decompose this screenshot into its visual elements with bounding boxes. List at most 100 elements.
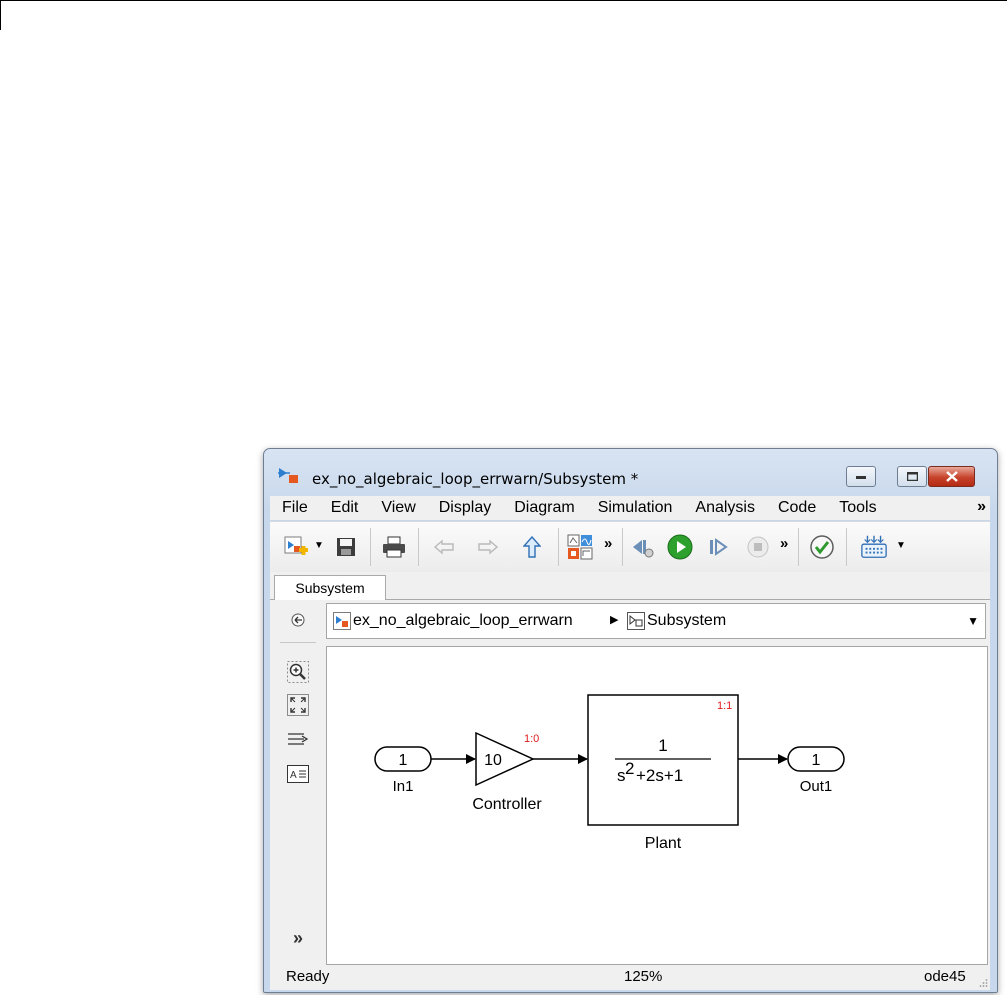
menu-code[interactable]: Code (766, 499, 827, 517)
step-back-button[interactable] (628, 533, 656, 561)
save-button[interactable] (332, 533, 360, 561)
diagram-canvas[interactable]: 1 In1 10 1:0 Controller 1 s 2 +2s+1 1:1 … (326, 646, 988, 965)
menu-analysis[interactable]: Analysis (683, 499, 766, 517)
status-solver[interactable]: ode45 (924, 968, 966, 985)
build-icon (861, 535, 887, 558)
subsystem-icon (627, 612, 645, 630)
toolbar-overflow-button[interactable]: » (604, 535, 612, 552)
library-browser-icon (567, 534, 593, 560)
inport-block[interactable]: 1 (374, 746, 432, 772)
zoom-button[interactable] (286, 660, 310, 684)
new-model-icon (284, 536, 308, 555)
circle-left-arrow-icon (291, 613, 305, 627)
tab-strip: Subsystem (270, 572, 990, 600)
new-model-button[interactable] (282, 533, 310, 561)
stop-button[interactable] (744, 533, 772, 561)
back-arrow-icon (434, 539, 454, 555)
annotation-button[interactable]: A (286, 762, 310, 786)
page-top-rule (0, 0, 1007, 1)
outport-block[interactable]: 1 (787, 746, 845, 772)
model-icon (333, 612, 351, 630)
minimize-icon (856, 475, 866, 479)
stop-icon (747, 536, 769, 558)
outport-label: Out1 (800, 778, 833, 795)
menu-diagram[interactable]: Diagram (502, 499, 585, 517)
simulink-window: ex_no_algebraic_loop_errwarn/Subsystem *… (263, 448, 998, 993)
menu-tools[interactable]: Tools (827, 499, 887, 517)
outport-number: 1 (812, 752, 821, 769)
menu-view[interactable]: View (369, 499, 426, 517)
block-diagram: 1 In1 10 1:0 Controller 1 s 2 +2s+1 1:1 … (374, 694, 845, 852)
forward-button[interactable] (474, 533, 502, 561)
explorer-bar: ex_no_algebraic_loop_errwarn ▶ Subsystem… (326, 603, 986, 639)
menu-edit[interactable]: Edit (319, 499, 370, 517)
route-lines-button[interactable] (286, 727, 310, 751)
minimize-button[interactable] (846, 466, 876, 487)
step-forward-button[interactable] (704, 533, 732, 561)
new-model-dropdown[interactable]: ▼ (314, 540, 324, 551)
library-browser-button[interactable] (566, 533, 594, 561)
menu-overflow-button[interactable]: » (977, 498, 986, 516)
palette-expand-button[interactable]: » (286, 926, 310, 950)
forward-arrow-icon (478, 539, 498, 555)
hide-explorer-button[interactable] (286, 608, 310, 632)
menu-display[interactable]: Display (427, 499, 502, 517)
close-icon (945, 471, 958, 482)
save-icon (337, 538, 355, 556)
print-button[interactable] (380, 533, 408, 561)
play-icon (667, 534, 693, 560)
status-state: Ready (286, 968, 330, 985)
simulink-model-icon (278, 468, 298, 483)
toolbar-separator (370, 528, 371, 566)
up-to-parent-button[interactable] (518, 533, 546, 561)
zoom-in-icon (287, 661, 309, 683)
menu-simulation[interactable]: Simulation (586, 499, 684, 517)
build-dropdown[interactable]: ▼ (896, 540, 906, 551)
run-button[interactable] (666, 533, 694, 561)
transfer-function-label: Plant (645, 835, 682, 852)
svg-text:A: A (290, 770, 297, 781)
menu-file[interactable]: File (270, 499, 319, 517)
toolbar-separator (846, 528, 847, 566)
transfer-function-block[interactable]: 1 s 2 +2s+1 (587, 694, 739, 826)
toolbar: ▼ » » ▼ (270, 521, 990, 573)
build-button[interactable] (860, 533, 888, 561)
breadcrumb-dropdown[interactable]: ▼ (967, 614, 979, 628)
resize-grip-icon[interactable] (978, 978, 988, 988)
back-button[interactable] (430, 533, 458, 561)
status-bar: Ready 125% ode45 (270, 965, 990, 990)
toolbar-separator (798, 528, 799, 566)
print-icon (383, 536, 405, 558)
tab-subsystem[interactable]: Subsystem (274, 575, 386, 600)
gain-label: Controller (472, 796, 542, 813)
transfer-function-annotation: 1:1 (717, 700, 732, 712)
breadcrumb-separator[interactable]: ▶ (610, 613, 618, 626)
model-advisor-button[interactable] (808, 533, 836, 561)
checkmark-icon (810, 535, 834, 559)
route-lines-icon (288, 733, 309, 745)
gain-annotation: 1:0 (524, 733, 539, 745)
step-forward-icon (710, 538, 728, 556)
window-title: ex_no_algebraic_loop_errwarn/Subsystem * (312, 470, 639, 488)
title-bar[interactable]: ex_no_algebraic_loop_errwarn/Subsystem * (264, 449, 997, 494)
toolbar-separator (418, 528, 419, 566)
editor-area: A » ex_no_algebraic_loop_errwarn ▶ Subsy… (270, 600, 990, 965)
inport-label: In1 (393, 778, 414, 795)
close-button[interactable] (928, 466, 975, 487)
breadcrumb-current[interactable]: Subsystem (647, 612, 726, 630)
status-zoom: 125% (624, 968, 663, 985)
fit-to-view-button[interactable] (286, 693, 310, 717)
transfer-function-denominator-rest: +2s+1 (636, 766, 683, 785)
maximize-button[interactable] (897, 466, 927, 487)
step-back-icon (633, 540, 654, 558)
toolbar-separator (558, 528, 559, 566)
palette-separator (280, 642, 316, 643)
maximize-icon (906, 472, 918, 481)
toolbar-overflow-button[interactable]: » (780, 535, 788, 552)
annotation-icon: A (287, 765, 309, 783)
transfer-function-numerator: 1 (658, 736, 667, 755)
breadcrumb-model[interactable]: ex_no_algebraic_loop_errwarn (353, 612, 573, 630)
left-palette: A » (270, 600, 326, 965)
gain-value: 10 (484, 752, 502, 769)
inport-number: 1 (399, 752, 408, 769)
